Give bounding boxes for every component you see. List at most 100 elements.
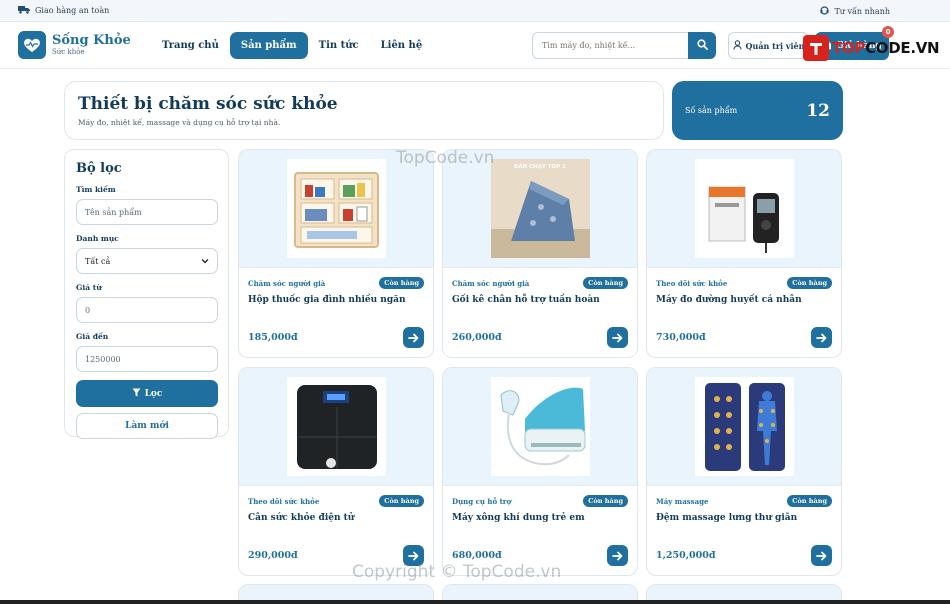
product-image-nebulizer xyxy=(490,377,590,476)
topcode-logo: TOPCODE.VN xyxy=(803,34,940,62)
filter-title: Bộ lọc xyxy=(76,161,122,176)
filter-price-from-input[interactable]: 0 xyxy=(76,297,218,323)
view-product-button[interactable] xyxy=(403,545,424,566)
nav-home[interactable]: Trang chủ xyxy=(151,32,230,59)
topcode-suffix: CODE.VN xyxy=(865,39,940,57)
product-image-leg-pillow: BÁN CHẠY TOP 1 xyxy=(490,159,590,258)
nav-news[interactable]: Tin tức xyxy=(308,32,370,59)
arrow-right-icon xyxy=(612,546,623,565)
product-name[interactable]: Máy xông khí dung trẻ em xyxy=(443,507,637,523)
stock-badge: Còn hàng xyxy=(379,277,424,289)
product-card[interactable]: Theo dõi sức khỏe Còn hàng Máy đo đường h… xyxy=(646,149,842,358)
user-icon xyxy=(732,39,742,52)
search-input[interactable] xyxy=(532,32,688,59)
site-logo[interactable]: Sống Khỏe Sức khỏe xyxy=(18,31,151,59)
arrow-right-icon xyxy=(816,546,827,565)
product-image-pill-organizer xyxy=(286,159,386,258)
product-image-bathroom-scale xyxy=(286,377,386,476)
product-category: Theo dõi sức khỏe xyxy=(656,278,728,288)
filter-button[interactable]: Lọc xyxy=(76,380,218,407)
chevron-down-icon xyxy=(201,257,209,266)
product-count-card: Số sản phẩm 12 xyxy=(672,81,843,140)
view-product-button[interactable] xyxy=(607,545,628,566)
page-subtitle: Máy đo, nhiệt kế, massage và dụng cụ hỗ … xyxy=(78,118,281,127)
main-nav: Trang chủ Sản phẩm Tin tức Liên hệ xyxy=(151,31,434,59)
site-header: Sống Khỏe Sức khỏe Trang chủ Sản phẩm Ti… xyxy=(0,22,950,69)
filter-category-value: Tất cả xyxy=(85,256,111,266)
product-image-glucose-meter xyxy=(694,159,794,258)
product-card[interactable]: BÁN CHẠY TOP 1 Chăm sóc người già Còn hàn… xyxy=(442,149,638,358)
admin-button[interactable]: Quản trị viên xyxy=(728,32,809,59)
arrow-right-icon xyxy=(816,328,827,347)
product-count-label: Số sản phẩm xyxy=(685,106,738,115)
funnel-icon xyxy=(132,388,141,400)
product-card[interactable]: Dụng cụ hỗ trợ Còn hàng Máy xông khí dung… xyxy=(442,367,638,576)
filter-search-label: Tìm kiếm xyxy=(76,185,116,194)
product-price: 730,000đ xyxy=(656,332,706,343)
shipping-text: Giao hàng an toàn xyxy=(35,6,110,15)
heart-pulse-icon xyxy=(18,31,46,59)
search-bar xyxy=(532,32,716,59)
product-price: 260,000đ xyxy=(452,332,502,343)
product-category: Dụng cụ hỗ trợ xyxy=(452,496,512,506)
product-category: Chăm sóc người già xyxy=(452,278,530,288)
view-product-button[interactable] xyxy=(811,327,832,348)
product-category: Máy massage xyxy=(656,496,709,506)
view-product-button[interactable] xyxy=(403,327,424,348)
page-hero: Thiết bị chăm sóc sức khỏe Máy đo, nhiệt… xyxy=(64,81,664,140)
consult-note[interactable]: Tư vấn nhanh xyxy=(820,6,890,17)
nav-contact[interactable]: Liên hệ xyxy=(370,32,434,59)
product-name[interactable]: Máy đo đường huyết cá nhân xyxy=(647,289,841,305)
filter-price-to-input[interactable]: 1250000 xyxy=(76,346,218,372)
product-category: Theo dõi sức khỏe xyxy=(248,496,320,506)
view-product-button[interactable] xyxy=(607,327,628,348)
filter-panel: Bộ lọc Tìm kiếm Tên sản phẩm Danh mục Tấ… xyxy=(64,149,229,439)
product-name[interactable]: Cân sức khỏe điện tử xyxy=(239,507,433,523)
filter-category-label: Danh mục xyxy=(76,234,119,243)
arrow-right-icon xyxy=(408,328,419,347)
product-card[interactable]: Máy massage Còn hàng Đệm massage lưng thư… xyxy=(646,367,842,576)
consult-text: Tư vấn nhanh xyxy=(834,7,890,16)
topcode-prefix: TOP xyxy=(832,39,866,57)
search-icon xyxy=(696,38,708,53)
page-title: Thiết bị chăm sóc sức khỏe xyxy=(78,94,338,114)
headset-icon xyxy=(820,6,830,17)
truck-icon xyxy=(18,5,30,16)
stock-badge: Còn hàng xyxy=(787,277,832,289)
shipping-note: Giao hàng an toàn xyxy=(18,5,109,16)
product-name[interactable]: Đệm massage lưng thư giãn xyxy=(647,507,841,523)
product-card[interactable]: Chăm sóc người già Còn hàng Hộp thuốc gia… xyxy=(238,149,434,358)
product-count-value: 12 xyxy=(806,100,830,121)
filter-category-select[interactable]: Tất cả xyxy=(76,248,218,274)
arrow-right-icon xyxy=(612,328,623,347)
product-image-caption: BÁN CHẠY TOP 1 xyxy=(514,164,566,170)
brand-subtitle: Sức khỏe xyxy=(52,48,85,56)
view-product-button[interactable] xyxy=(811,545,832,566)
arrow-right-icon xyxy=(408,546,419,565)
product-name[interactable]: Hộp thuốc gia đình nhiều ngăn xyxy=(239,289,433,305)
bottom-edge xyxy=(0,600,950,604)
product-price: 1,250,000đ xyxy=(656,550,716,561)
stock-badge: Còn hàng xyxy=(583,277,628,289)
filter-button-label: Lọc xyxy=(144,388,163,399)
stock-badge: Còn hàng xyxy=(583,495,628,507)
filter-search-input[interactable]: Tên sản phẩm xyxy=(76,199,218,225)
top-info-bar: Giao hàng an toàn Tư vấn nhanh xyxy=(0,0,950,22)
nav-products[interactable]: Sản phẩm xyxy=(229,31,308,59)
product-price: 680,000đ xyxy=(452,550,502,561)
product-image-massage-mat xyxy=(694,377,794,476)
admin-label: Quản trị viên xyxy=(745,40,805,51)
filter-price-to-label: Giá đến xyxy=(76,332,109,341)
product-price: 290,000đ xyxy=(248,550,298,561)
reset-button[interactable]: Làm mới xyxy=(76,413,218,439)
product-price: 185,000đ xyxy=(248,332,298,343)
product-name[interactable]: Gối kê chân hỗ trợ tuần hoàn xyxy=(443,289,637,305)
product-card[interactable]: Theo dõi sức khỏe Còn hàng Cân sức khỏe đ… xyxy=(238,367,434,576)
filter-price-from-label: Giá từ xyxy=(76,283,102,292)
stock-badge: Còn hàng xyxy=(379,495,424,507)
topcode-mark-icon xyxy=(803,35,829,61)
stock-badge: Còn hàng xyxy=(787,495,832,507)
search-button[interactable] xyxy=(688,32,716,59)
brand-title: Sống Khỏe xyxy=(52,33,131,48)
product-category: Chăm sóc người già xyxy=(248,278,326,288)
